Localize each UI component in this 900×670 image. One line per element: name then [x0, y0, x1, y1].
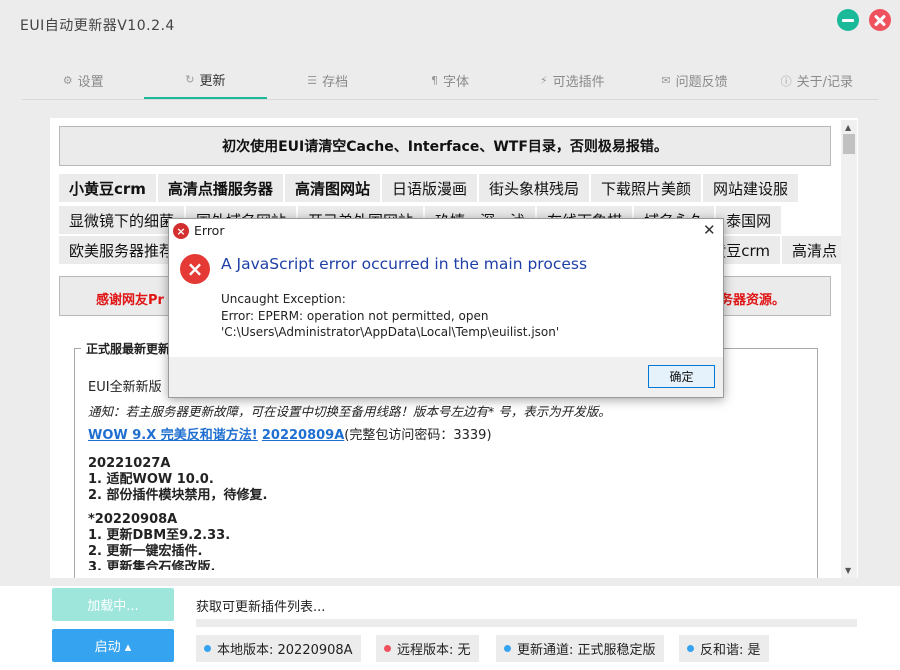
ad-link[interactable]: 日语版漫画	[381, 174, 477, 202]
minimize-icon[interactable]	[837, 9, 859, 31]
title-bar: EUI自动更新器V10.2.4	[0, 0, 900, 48]
comment-icon: ✉	[661, 74, 671, 87]
status-dot	[204, 645, 211, 652]
dialog-message-line: Error: EPERM: operation not permitted, o…	[221, 308, 489, 323]
badge-label: 远程版本: 无	[397, 643, 471, 658]
plug-icon: ⚡	[539, 74, 548, 87]
version-item: 2. 部份插件模块禁用，待修复.	[88, 488, 268, 503]
local-version-badge: 本地版本: 20220908A	[196, 635, 361, 662]
ad-link[interactable]: 高清点播服务器	[157, 174, 283, 202]
status-dot	[504, 645, 511, 652]
release-note: 通知：若主服务器更新故障，可在设置中切换至备用线路！版本号左边有* 号，表示为开…	[88, 404, 611, 419]
tab-label: 存档	[322, 75, 349, 90]
version-title: *20220908A	[88, 512, 178, 527]
tab-label: 问题反馈	[675, 75, 728, 90]
status-text: 获取可更新插件列表...	[196, 600, 326, 615]
tab-optional-plugins[interactable]: ⚡ 可选插件	[511, 62, 633, 99]
version-item: 2. 更新一键宏插件.	[88, 544, 203, 559]
start-button[interactable]: 启动 ▴	[52, 629, 174, 662]
error-dialog: × Error ✕ × A JavaScript error occurred …	[168, 218, 724, 398]
progress-bar	[196, 619, 857, 627]
dialog-title: Error	[194, 223, 225, 238]
app-title: EUI自动更新器V10.2.4	[20, 18, 175, 34]
tab-font[interactable]: ¶ 字体	[389, 62, 511, 99]
wow-fix-link[interactable]: WOW 9.X 完美反和谐方法!	[88, 428, 258, 443]
badge-label: 本地版本: 20220908A	[217, 643, 353, 658]
close-icon[interactable]	[869, 9, 891, 31]
tab-label: 关于/记录	[796, 75, 854, 90]
refresh-icon: ↻	[185, 73, 195, 86]
ad-link[interactable]: 小黄豆crm	[59, 174, 156, 202]
anti-harmony-badge: 反和谐: 是	[679, 635, 769, 662]
ok-button[interactable]: 确定	[648, 365, 715, 388]
ad-link[interactable]: 下载照片美颜	[590, 174, 701, 202]
status-dot	[384, 645, 391, 652]
ad-link[interactable]: 高清图网站	[284, 174, 380, 202]
tab-about[interactable]: ⓘ 关于/记录	[756, 62, 878, 99]
version-title: 20221027A	[88, 456, 171, 471]
tab-label: 字体	[442, 75, 469, 90]
info-icon: ⓘ	[780, 74, 792, 88]
ad-link[interactable]: 网站建设服	[703, 174, 799, 202]
tab-update[interactable]: ↻ 更新	[144, 62, 267, 99]
tab-archive[interactable]: ☰ 存档	[267, 62, 389, 99]
notice-banner: 初次使用EUI请清空Cache、Interface、WTF目录，否则极易报错。	[59, 126, 831, 166]
remote-version-badge: 远程版本: 无	[376, 635, 479, 662]
database-icon: ☰	[307, 74, 318, 87]
dialog-message-line: 'C:\Users\Administrator\AppData\Local\Te…	[221, 325, 560, 339]
ad-link[interactable]: 街头象棋残局	[478, 174, 589, 202]
release-notes-legend: 正式服最新更新	[81, 340, 176, 357]
tab-bar: ⚙ 设置 ↻ 更新 ☰ 存档 ¶ 字体 ⚡ 可选插件 ✉ 问题反馈 ⓘ 关于/记录	[22, 62, 878, 100]
release-links: WOW 9.X 完美反和谐方法! 20220809A(完整包访问密码：3339)	[88, 424, 788, 448]
error-icon: ×	[173, 223, 189, 239]
scroll-down-icon[interactable]: ▼	[845, 566, 851, 575]
ad-link[interactable]: 欧美服务器推荐	[59, 236, 185, 264]
ad-link[interactable]: 显微镜下的细菌	[59, 206, 185, 234]
font-icon: ¶	[430, 74, 438, 87]
dialog-close-icon[interactable]: ✕	[703, 221, 716, 239]
loading-button[interactable]: 加载中...	[52, 588, 174, 621]
tab-label: 更新	[199, 74, 226, 89]
version-item: 1. 适配WOW 10.0.	[88, 472, 214, 487]
full-package-link[interactable]: 20220809A	[262, 428, 344, 443]
version-item: 3. 更新集合石修改版.	[88, 560, 216, 570]
dialog-title-bar: × Error ✕	[169, 219, 723, 243]
update-channel-badge: 更新通道: 正式服稳定版	[496, 635, 664, 662]
password-hint: (完整包访问密码：3339)	[344, 428, 492, 443]
content-scrollbar[interactable]: ▲ ▼	[841, 120, 857, 578]
ad-link[interactable]: 高清点	[781, 236, 847, 264]
error-icon: ×	[180, 254, 210, 284]
scroll-thumb[interactable]	[843, 134, 855, 154]
thanks-text-right: 务器资源。	[720, 293, 786, 308]
status-dot	[687, 645, 694, 652]
tab-label: 设置	[77, 75, 104, 90]
version-item: 1. 更新DBM至9.2.33.	[88, 528, 231, 543]
version-entry: *20220908A 1. 更新DBM至9.2.33. 2. 更新一键宏插件. …	[88, 512, 788, 570]
badge-label: 反和谐: 是	[700, 643, 761, 658]
dialog-message-line: Uncaught Exception:	[221, 292, 346, 306]
tab-feedback[interactable]: ✉ 问题反馈	[633, 62, 755, 99]
dialog-heading: A JavaScript error occurred in the main …	[221, 255, 588, 273]
thanks-text-left: 感谢网友Pr	[96, 293, 164, 308]
dialog-message: Uncaught Exception: Error: EPERM: operat…	[221, 291, 559, 341]
dialog-footer	[169, 357, 723, 397]
version-entry: 20221027A 1. 适配WOW 10.0. 2. 部份插件模块禁用，待修复…	[88, 456, 788, 504]
link-row-1: 小黄豆crm 高清点播服务器 高清图网站 日语版漫画 街头象棋残局 下载照片美颜…	[59, 174, 800, 204]
ad-link[interactable]: 泰国网	[716, 206, 782, 234]
tab-label: 可选插件	[552, 75, 605, 90]
tab-settings[interactable]: ⚙ 设置	[22, 62, 144, 99]
gear-icon: ⚙	[62, 74, 73, 87]
release-notes-body: EUI全新新版 通知：若主服务器更新故障，可在设置中切换至备用线路！版本号左边有…	[88, 376, 788, 570]
badge-label: 更新通道: 正式服稳定版	[517, 643, 656, 658]
scroll-up-icon[interactable]: ▲	[845, 123, 851, 132]
